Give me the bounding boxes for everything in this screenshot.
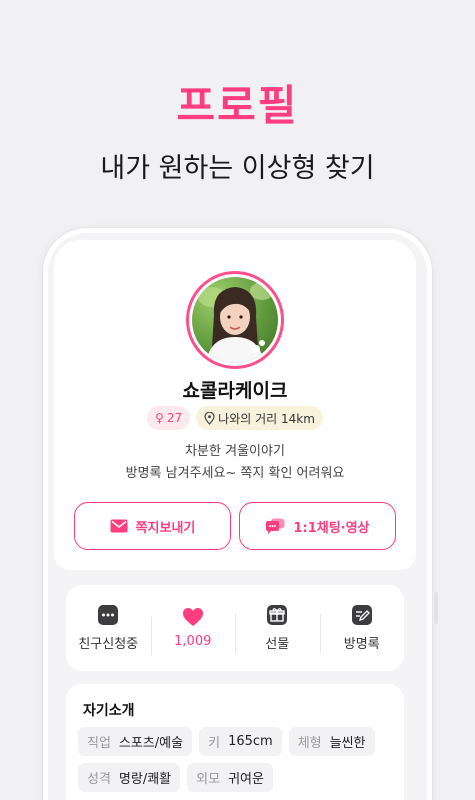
- headline: 프로필: [176, 81, 299, 130]
- guestbook-label: 방명록: [343, 637, 380, 652]
- tag-key: 체형: [297, 736, 322, 751]
- tag-job: 직업 스포츠/예술: [78, 727, 193, 756]
- gift-icon: [267, 605, 288, 625]
- friend-request-label: 친구신청중: [78, 637, 139, 652]
- like-action[interactable]: 1,009: [150, 607, 236, 655]
- tag-value: 귀여운: [228, 772, 264, 787]
- subheadline: 내가 원하는 이상형 찾기: [100, 153, 375, 184]
- chat-bubbles-icon: [266, 518, 285, 534]
- chat-video-button[interactable]: 1:1채팅·영상: [239, 502, 396, 550]
- person-photo-icon: [198, 282, 274, 363]
- heart-icon: [182, 608, 203, 626]
- guestbook-action[interactable]: 방명록: [319, 604, 405, 652]
- age-badge: ♀ 27: [147, 406, 191, 430]
- profile-card: 쇼콜라케이크 ♀ 27 나와의 거리 14km 차분한 겨울이야기 방명록 남겨…: [54, 240, 416, 570]
- female-icon: ♀: [155, 411, 164, 425]
- self-intro-card: 자기소개 직업 스포츠/예술 키 165cm 체형 늘씬한 성격 명랑/쾌활 외…: [66, 684, 404, 800]
- chat-video-label: 1:1채팅·영상: [293, 520, 370, 536]
- action-card: 친구신청중 1,009 선물 방명록: [66, 585, 404, 671]
- guestbook-icon: [351, 605, 372, 625]
- send-message-label: 쪽지보내기: [135, 520, 196, 536]
- nickname: 쇼콜라케이크: [182, 380, 288, 402]
- envelope-icon: [110, 519, 128, 533]
- tag-key: 외모: [196, 772, 221, 787]
- tag-value: 늘씬한: [329, 736, 366, 751]
- tag-key: 키: [208, 736, 221, 751]
- location-pin-icon: [204, 411, 215, 425]
- chat-dots-icon: [98, 605, 119, 625]
- bio-line-1: 차분한 겨울이야기: [185, 444, 285, 459]
- like-count: 1,009: [174, 634, 212, 649]
- tag-appearance: 외모 귀여운: [187, 763, 273, 792]
- self-intro-title: 자기소개: [83, 703, 135, 719]
- bio: 차분한 겨울이야기 방명록 남겨주세요~ 쪽지 확인 어려워요: [54, 441, 416, 485]
- gift-label: 선물: [265, 637, 290, 652]
- friend-request-action[interactable]: 친구신청중: [66, 604, 151, 652]
- age-value: 27: [166, 411, 183, 425]
- distance-badge: 나와의 거리 14km: [196, 406, 323, 430]
- tag-value: 165cm: [228, 734, 273, 749]
- send-message-button[interactable]: 쪽지보내기: [74, 502, 231, 550]
- tag-value: 스포츠/예술: [118, 736, 184, 751]
- phone-side-button: [434, 592, 438, 624]
- tag-personality: 성격 명랑/쾌활: [78, 763, 181, 792]
- bio-line-2: 방명록 남겨주세요~ 쪽지 확인 어려워요: [125, 466, 345, 481]
- tag-value: 명랑/쾌활: [118, 772, 172, 787]
- tag-height: 키 165cm: [199, 727, 282, 756]
- tag-key: 직업: [87, 736, 111, 751]
- tag-key: 성격: [87, 772, 111, 787]
- avatar[interactable]: [186, 271, 284, 369]
- avatar-photo: [192, 277, 278, 363]
- tag-body-type: 체형 늘씬한: [288, 727, 375, 756]
- distance-value: 나와의 거리 14km: [218, 411, 315, 426]
- gift-action[interactable]: 선물: [235, 604, 320, 652]
